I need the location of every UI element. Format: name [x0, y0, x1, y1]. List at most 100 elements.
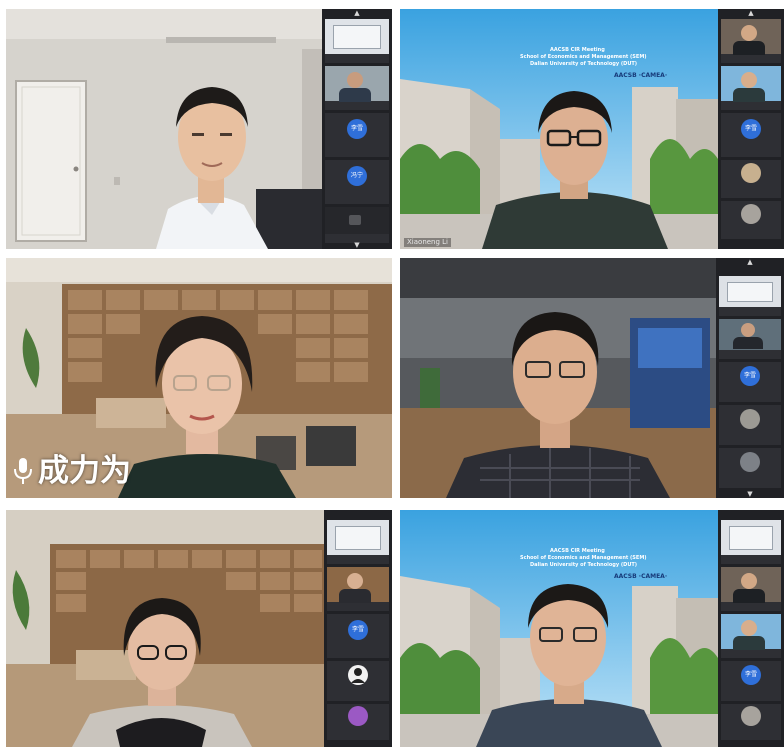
- main-video-feed[interactable]: [6, 9, 322, 249]
- participant-tile[interactable]: [721, 201, 781, 239]
- office-virtual-background: [400, 258, 716, 498]
- participant-video-thumbnail: [719, 319, 781, 350]
- participant-strip: 李雪: [718, 510, 784, 747]
- screen-share-thumbnail: [327, 520, 389, 555]
- chevron-down-icon[interactable]: ▼: [322, 241, 392, 249]
- participant-tile[interactable]: [721, 614, 781, 658]
- room-avatar-thumbnail: 李雪: [721, 661, 781, 692]
- participant-tile[interactable]: [719, 319, 781, 359]
- video-panel-6: AACSB CIR Meeting School of Economics an…: [400, 510, 784, 747]
- participant-tile[interactable]: 李雪: [719, 362, 781, 402]
- participant-tile[interactable]: 李雪: [325, 113, 389, 157]
- video-panel-5: 李雪: [6, 510, 392, 747]
- room-avatar: 李雪: [741, 118, 761, 139]
- banner-logo: AACSB ·CAMEA·: [614, 573, 668, 580]
- profile-photo: [740, 408, 760, 429]
- banner-logo: AACSB ·CAMEA·: [614, 72, 668, 79]
- banner-subtitle: School of Economics and Management (SEM): [520, 54, 647, 60]
- participant-strip: ▲ 李雪: [716, 258, 784, 498]
- participant-tile[interactable]: [327, 520, 389, 564]
- participant-tile[interactable]: 李雪: [327, 614, 389, 658]
- participant-tile[interactable]: [327, 661, 389, 701]
- banner-subtitle-2: Dalian University of Technology (DUT): [530, 562, 638, 568]
- participant-tile[interactable]: [719, 276, 781, 316]
- user-icon: [348, 664, 368, 685]
- room-avatar-thumbnail: 李雪: [325, 113, 389, 148]
- library-virtual-background: [6, 510, 324, 747]
- main-video-feed[interactable]: 成力为: [6, 258, 392, 498]
- participant-video-thumbnail: [721, 614, 781, 650]
- participant-tile[interactable]: [327, 567, 389, 611]
- participant-tile[interactable]: [721, 19, 781, 63]
- chevron-up-icon[interactable]: ▲: [716, 258, 784, 266]
- campus-virtual-background: [400, 510, 718, 747]
- participant-tile[interactable]: [721, 567, 781, 611]
- participant-strip: ▲ 李雪 冯宁 ▼: [322, 9, 392, 249]
- main-video-feed[interactable]: [400, 258, 716, 498]
- video-panel-1: ▲ 李雪 冯宁 ▼: [6, 9, 392, 249]
- active-speaker-label: 成力为: [14, 452, 131, 490]
- profile-photo: [740, 451, 760, 472]
- profile-photo-thumbnail: [719, 448, 781, 479]
- participant-tile[interactable]: 李雪: [721, 113, 781, 157]
- chevron-up-icon[interactable]: ▲: [718, 9, 784, 17]
- profile-photo-thumbnail: [721, 704, 781, 731]
- campus-virtual-background: [400, 9, 718, 249]
- main-video-feed[interactable]: [6, 510, 324, 747]
- banner-title: AACSB CIR Meeting: [550, 548, 605, 554]
- room-avatar: 李雪: [348, 619, 368, 640]
- room-avatar-thumbnail: 冯宁: [325, 160, 389, 195]
- participant-tile[interactable]: [721, 704, 781, 740]
- participant-tile[interactable]: [721, 160, 781, 198]
- profile-photo: [741, 706, 761, 727]
- participant-tile[interactable]: [327, 704, 389, 740]
- profile-photo-thumbnail: [721, 201, 781, 230]
- profile-photo: [741, 163, 761, 184]
- chevron-up-icon[interactable]: ▲: [322, 9, 392, 17]
- participant-video-thumbnail: [721, 66, 781, 102]
- speaker-name-tag: Xiaoneng Li: [404, 238, 452, 247]
- participant-tile[interactable]: [325, 66, 389, 110]
- participant-video-thumbnail: [327, 567, 389, 603]
- room-avatar-thumbnail: 李雪: [719, 362, 781, 393]
- room-avatar-thumbnail: 李雪: [327, 614, 389, 649]
- participant-video-thumbnail: [721, 19, 781, 55]
- screen-share-thumbnail: [719, 276, 781, 307]
- participant-tile[interactable]: [719, 448, 781, 488]
- profile-photo-thumbnail: [721, 160, 781, 189]
- room-avatar-thumbnail: 李雪: [721, 113, 781, 148]
- video-panel-4: ▲ 李雪 ▼: [400, 258, 784, 498]
- profile-photo: [741, 204, 761, 225]
- microphone-icon: [14, 458, 32, 484]
- active-speaker-name: 成力为: [38, 453, 131, 489]
- participant-tile[interactable]: [721, 66, 781, 110]
- participant-video-thumbnail: [325, 207, 389, 234]
- video-panel-3: 成力为: [6, 258, 392, 498]
- participant-tile[interactable]: 李雪: [721, 661, 781, 701]
- chevron-down-icon[interactable]: ▼: [716, 490, 784, 498]
- participant-strip: ▲ 李雪: [718, 9, 784, 249]
- participant-video-thumbnail: [721, 567, 781, 603]
- banner-subtitle-2: Dalian University of Technology (DUT): [530, 61, 638, 67]
- room-avatar: 李雪: [740, 365, 760, 386]
- banner-title: AACSB CIR Meeting: [550, 47, 605, 53]
- banner-subtitle: School of Economics and Management (SEM): [520, 555, 647, 561]
- participant-tile[interactable]: [325, 207, 389, 243]
- room-avatar: 冯宁: [347, 165, 367, 186]
- main-video-feed[interactable]: AACSB CIR Meeting School of Economics an…: [400, 510, 718, 747]
- participant-strip: 李雪: [324, 510, 392, 747]
- profile-photo: [348, 706, 368, 727]
- participant-video-thumbnail: [325, 66, 389, 102]
- office-background-scene: [6, 9, 322, 249]
- participant-tile[interactable]: [719, 405, 781, 445]
- screen-share-thumbnail: [721, 520, 781, 555]
- profile-photo-thumbnail: [719, 405, 781, 436]
- participant-tile[interactable]: [325, 19, 389, 63]
- user-avatar-thumbnail: [327, 661, 389, 692]
- participant-tile[interactable]: [721, 520, 781, 564]
- room-avatar: 李雪: [741, 664, 761, 685]
- main-video-feed[interactable]: AACSB CIR Meeting School of Economics an…: [400, 9, 718, 249]
- participant-tile[interactable]: 冯宁: [325, 160, 389, 204]
- video-panel-2: AACSB CIR Meeting School of Economics an…: [400, 9, 784, 249]
- screen-share-thumbnail: [325, 19, 389, 54]
